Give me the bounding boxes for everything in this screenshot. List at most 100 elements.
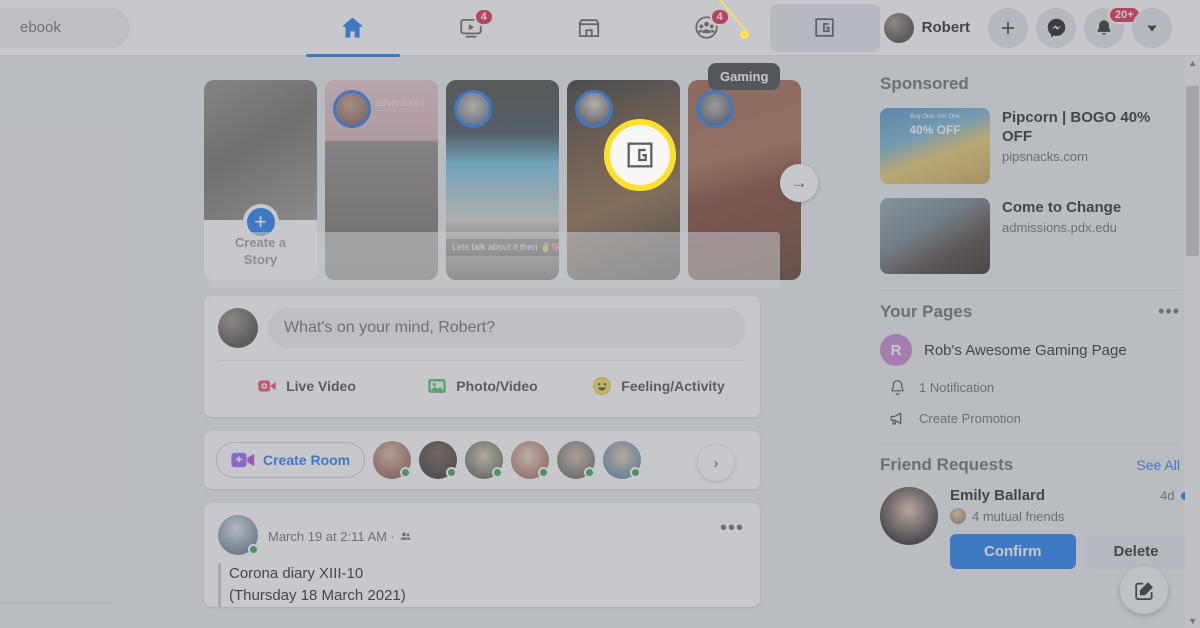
nav-left-section: ebook xyxy=(0,7,298,48)
see-all-link[interactable]: See All xyxy=(1136,457,1180,473)
online-dot xyxy=(492,467,504,478)
right-sidebar: Sponsored Buy One, Get One 40% OFF Pipco… xyxy=(880,74,1189,569)
post-composer: What's on your mind, Robert? Live Video xyxy=(204,296,760,417)
post-meta-separator: · xyxy=(390,529,395,544)
composer-input[interactable]: What's on your mind, Robert? xyxy=(268,308,746,348)
online-dot xyxy=(400,467,412,478)
nav-tab-gaming[interactable] xyxy=(769,3,880,52)
plus-icon xyxy=(1002,21,1014,34)
chevron-down-icon xyxy=(1147,25,1157,31)
account-menu-button[interactable] xyxy=(1132,7,1172,48)
scroll-down-arrow[interactable]: ▼ xyxy=(1188,616,1197,626)
store-icon xyxy=(578,18,600,37)
ad-title: Pipcorn | BOGO 40% OFF xyxy=(1002,109,1151,145)
delete-button[interactable]: Delete xyxy=(1083,534,1189,569)
your-pages-title: Your Pages xyxy=(880,301,973,321)
post-timestamp[interactable]: March 19 at 2:11 AM xyxy=(268,529,387,544)
composer-avatar xyxy=(218,308,258,348)
create-button[interactable] xyxy=(988,7,1028,48)
post-meta: March 19 at 2:11 AM · xyxy=(268,515,412,544)
page-item[interactable]: R Rob's Awesome Gaming Page xyxy=(880,334,1180,366)
sidebar-divider xyxy=(0,602,112,603)
photo-video-label: Photo/Video xyxy=(456,378,538,394)
online-dot xyxy=(538,467,550,478)
nav-tab-home[interactable] xyxy=(298,4,408,57)
friend-request-name[interactable]: Emily Ballard xyxy=(950,487,1045,504)
avatar xyxy=(883,12,914,43)
sponsored-title: Sponsored xyxy=(880,74,969,93)
page-notification-row[interactable]: 1 Notification xyxy=(880,378,1180,397)
page-promotion-label: Create Promotion xyxy=(919,411,1021,426)
composer-actions: Live Video Photo/Video Feeling/Activity xyxy=(218,367,746,405)
rooms-card: Create Room › xyxy=(204,431,760,489)
room-friend-avatar[interactable] xyxy=(603,441,642,479)
gaming-icon-highlight xyxy=(604,119,676,191)
nav-tab-marketplace[interactable] xyxy=(534,4,644,52)
sponsored-ad[interactable]: Come to Change admissions.pdx.edu xyxy=(880,198,1180,274)
ad-overlay-line2: 40% OFF xyxy=(909,123,961,137)
friend-request-age: 4d xyxy=(1160,488,1175,503)
gaming-icon xyxy=(627,142,653,168)
messenger-compose-button[interactable] xyxy=(1120,566,1168,614)
rooms-next-button[interactable]: › xyxy=(698,445,734,481)
online-dot xyxy=(584,467,596,478)
feeling-activity-label: Feeling/Activity xyxy=(621,378,725,394)
friend-requests-header: Friend Requests See All xyxy=(880,455,1180,475)
post-text-line1: Corona diary XIII-10 xyxy=(229,565,364,582)
gaming-tooltip: Gaming xyxy=(708,63,781,90)
room-friend-avatar[interactable] xyxy=(373,441,412,479)
friend-request-item: Emily Ballard 4d 4 mutual friends Confir… xyxy=(880,487,1189,569)
sidebar-divider xyxy=(880,444,1180,445)
ad-url: pipsnacks.com xyxy=(1002,149,1088,164)
post-text-line2: (Thursday 18 March 2021) xyxy=(229,587,406,604)
friend-request-avatar[interactable] xyxy=(880,487,938,545)
feeling-activity-button[interactable]: Feeling/Activity xyxy=(570,367,746,405)
ad-thumbnail: Buy One, Get One 40% OFF xyxy=(880,108,990,184)
page-scrollbar[interactable]: ▲ ▼ xyxy=(1185,56,1200,628)
ad-text: Pipcorn | BOGO 40% OFF pipsnacks.com xyxy=(1002,108,1180,184)
live-video-label: Live Video xyxy=(286,378,356,394)
ad-overlay-line1: Buy One, Get One xyxy=(910,114,960,120)
left-sidebar: aming Page xyxy=(0,56,190,628)
page-name: Rob's Awesome Gaming Page xyxy=(924,341,1127,359)
feed-post: March 19 at 2:11 AM · ••• Corona diary X… xyxy=(204,503,760,607)
scroll-up-arrow[interactable]: ▲ xyxy=(1188,58,1197,68)
home-icon xyxy=(342,17,363,38)
megaphone-icon xyxy=(890,412,902,425)
friend-request-mutual-label: 4 mutual friends xyxy=(972,508,1065,524)
composer-top-row: What's on your mind, Robert? xyxy=(218,308,746,348)
page-avatar: R xyxy=(880,334,912,366)
live-video-button[interactable]: Live Video xyxy=(218,367,394,405)
room-friend-avatar[interactable] xyxy=(465,441,504,479)
nav-tab-watch[interactable]: 4 xyxy=(416,4,526,52)
confirm-button[interactable]: Confirm xyxy=(950,534,1076,569)
notifications-button[interactable]: 20+ xyxy=(1084,5,1141,48)
scrollbar-thumb[interactable] xyxy=(1186,86,1199,256)
sponsored-ad[interactable]: Buy One, Get One 40% OFF Pipcorn | BOGO … xyxy=(880,108,1180,184)
your-pages-more-button[interactable]: ••• xyxy=(1158,301,1180,322)
photo-video-button[interactable]: Photo/Video xyxy=(394,367,570,405)
profile-name: Robert xyxy=(921,19,970,36)
ad-text: Come to Change admissions.pdx.edu xyxy=(1002,198,1121,274)
post-text: Corona diary XIII-10 (Thursday 18 March … xyxy=(218,563,746,607)
ad-thumbnail xyxy=(880,198,990,274)
profile-chip[interactable]: Robert xyxy=(880,9,980,47)
page-promotion-row[interactable]: Create Promotion xyxy=(880,409,1180,428)
post-more-button[interactable]: ••• xyxy=(720,517,744,540)
search-input[interactable]: ebook xyxy=(0,7,130,48)
room-friend-avatar[interactable] xyxy=(419,441,458,479)
video-plus-icon xyxy=(231,452,255,468)
room-friend-avatar[interactable] xyxy=(511,441,550,479)
friend-request-actions: Confirm Delete xyxy=(950,534,1189,569)
live-video-icon xyxy=(258,380,276,392)
create-room-button[interactable]: Create Room xyxy=(216,442,366,478)
room-friend-avatar[interactable] xyxy=(557,441,596,479)
stories-next-button[interactable]: → xyxy=(780,164,818,202)
feeling-icon xyxy=(593,377,612,395)
compose-icon xyxy=(1134,581,1153,600)
top-navigation-bar: ebook 4 4 Robert 20+ xyxy=(0,0,1200,57)
messenger-button[interactable] xyxy=(1036,7,1076,48)
online-dot xyxy=(630,467,642,478)
story-author-name: adventures xyxy=(375,98,425,109)
friend-request-mutual: 4 mutual friends xyxy=(950,508,1189,524)
